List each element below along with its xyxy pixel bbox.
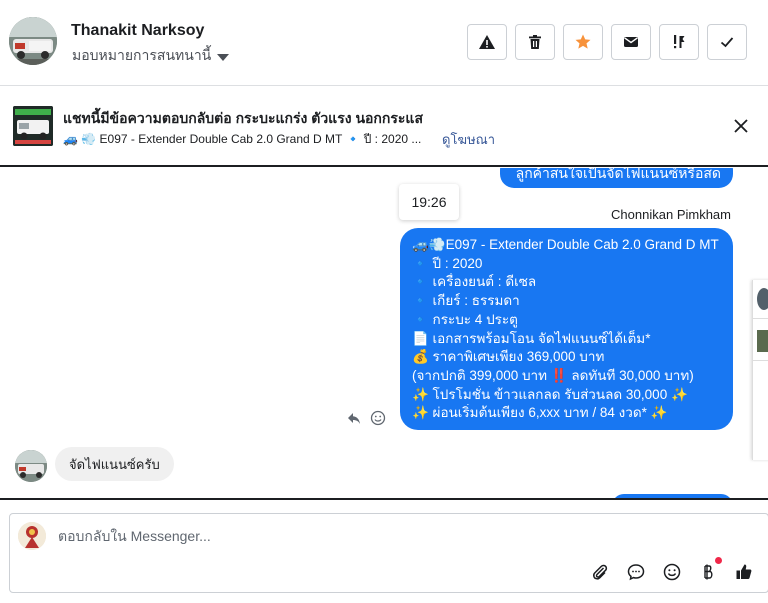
notification-dot [715, 557, 722, 564]
follow-up-button[interactable] [659, 24, 699, 60]
message-line: 📄 เอกสารพร้อมโอน จัดไฟแนนซ์ได้เต็ม* [412, 330, 651, 346]
mark-spam-button[interactable] [467, 24, 507, 60]
contact-name[interactable]: Thanakit Narksoy [71, 22, 204, 40]
outgoing-message-bubble[interactable]: ลูกค้าสนใจเป็นจัดไฟแนนซ์หรือสดคะ [500, 168, 733, 199]
emoji-button[interactable] [660, 560, 684, 584]
avatar-image [18, 522, 46, 550]
ad-context-banner: แชทนี้มีข้อความตอบกลับต่อ กระบะแกร่ง ตัว… [0, 87, 768, 167]
inbox-conversation-view: Thanakit Narksoy มอบหมายการสนทนานี้ แชทน… [0, 0, 768, 603]
assign-dropdown[interactable]: มอบหมายการสนทนานี้ [72, 45, 230, 67]
message-line: ✨ ผ่อนเริ่มต้นเพียง 6,xxx บาท / 84 งวด* … [412, 405, 668, 421]
close-icon[interactable] [732, 117, 750, 135]
star-button[interactable] [563, 24, 603, 60]
follow-up-icon [674, 35, 685, 49]
mail-icon [624, 37, 638, 47]
mark-unread-button[interactable] [611, 24, 651, 60]
ad-title: แชทนี้มีข้อความตอบกลับต่อ กระบะแกร่ง ตัว… [63, 110, 423, 126]
thumbs-up-icon [736, 564, 752, 579]
message-line: ✨ โปรโมชั่น ข้าวแลกลด รับส่วนลด 30,000 ✨ [412, 386, 688, 402]
message-line: 🔹 เกียร์ : ธรรมดา [412, 293, 520, 309]
composer-tools [588, 557, 756, 584]
reply-icon[interactable] [346, 410, 362, 426]
like-button[interactable] [732, 560, 756, 584]
ad-subtitle: 🚙 💨 E097 - Extender Double Cab 2.0 Grand… [63, 132, 422, 146]
avatar [757, 330, 768, 352]
react-emoji-icon[interactable] [370, 410, 386, 426]
check-icon [720, 37, 734, 48]
message-line: 💰 ราคาพิเศษเพียง 369,000 บาท [412, 349, 605, 365]
conversation-header: Thanakit Narksoy มอบหมายการสนทนานี้ [0, 0, 768, 86]
incoming-message-bubble[interactable]: จัดไฟแนนซ์ครับ [55, 447, 174, 481]
message-thread[interactable]: ลูกค้าสนใจเป็นจัดไฟแนนซ์หรือสดคะ 19:26 C… [0, 168, 768, 500]
page-avatar [18, 522, 46, 550]
mark-done-button[interactable] [707, 24, 747, 60]
ad-image [13, 106, 53, 146]
divider [753, 360, 768, 361]
ad-thumbnail[interactable] [13, 106, 53, 146]
trash-icon [529, 35, 541, 49]
message-line: 🔹 กระบะ 4 ประตู [412, 311, 518, 327]
divider [753, 318, 768, 319]
message-line: 🚙💨E097 - Extender Double Cab 2.0 Grand D… [412, 237, 719, 252]
delete-button[interactable] [515, 24, 555, 60]
chat-bubble-icon [627, 564, 645, 581]
avatar [757, 288, 768, 310]
message-line: 🔹 เครื่องยนต์ : ดีเซล [412, 274, 537, 290]
warning-icon [479, 35, 495, 49]
assign-label: มอบหมายการสนทนานี้ [72, 47, 212, 63]
message-line: 🔹 ปี : 2020 [412, 255, 483, 271]
message-timestamp: 19:26 [399, 184, 459, 220]
message-line: (จากปกติ 399,000 บาท ‼️ ลดทันที 30,000 บ… [412, 367, 694, 383]
caret-down-icon [217, 53, 230, 61]
star-icon [575, 34, 591, 49]
paperclip-icon [593, 564, 608, 580]
view-ad-link[interactable]: ดูโฆษณา [442, 129, 495, 150]
payment-button[interactable] [696, 557, 722, 584]
reply-input[interactable] [58, 528, 658, 544]
attach-button[interactable] [588, 560, 612, 584]
outgoing-message-bubble[interactable]: 🚙💨E097 - Extender Double Cab 2.0 Grand D… [400, 228, 733, 430]
contact-avatar-small[interactable] [15, 450, 47, 482]
sender-name: Chonnikan Pimkham [611, 207, 731, 222]
message-actions [346, 410, 386, 426]
outgoing-message-bubble[interactable] [612, 494, 733, 498]
avatar-image [9, 17, 57, 65]
conversation-actions [467, 24, 747, 60]
composer-box[interactable] [9, 513, 768, 593]
contact-avatar[interactable] [9, 17, 57, 65]
avatar-image [15, 450, 47, 482]
message-composer [0, 502, 768, 603]
saved-replies-button[interactable] [624, 560, 648, 584]
baht-icon [704, 564, 713, 580]
smiley-icon [663, 563, 681, 581]
side-panel-peek[interactable] [752, 280, 768, 460]
